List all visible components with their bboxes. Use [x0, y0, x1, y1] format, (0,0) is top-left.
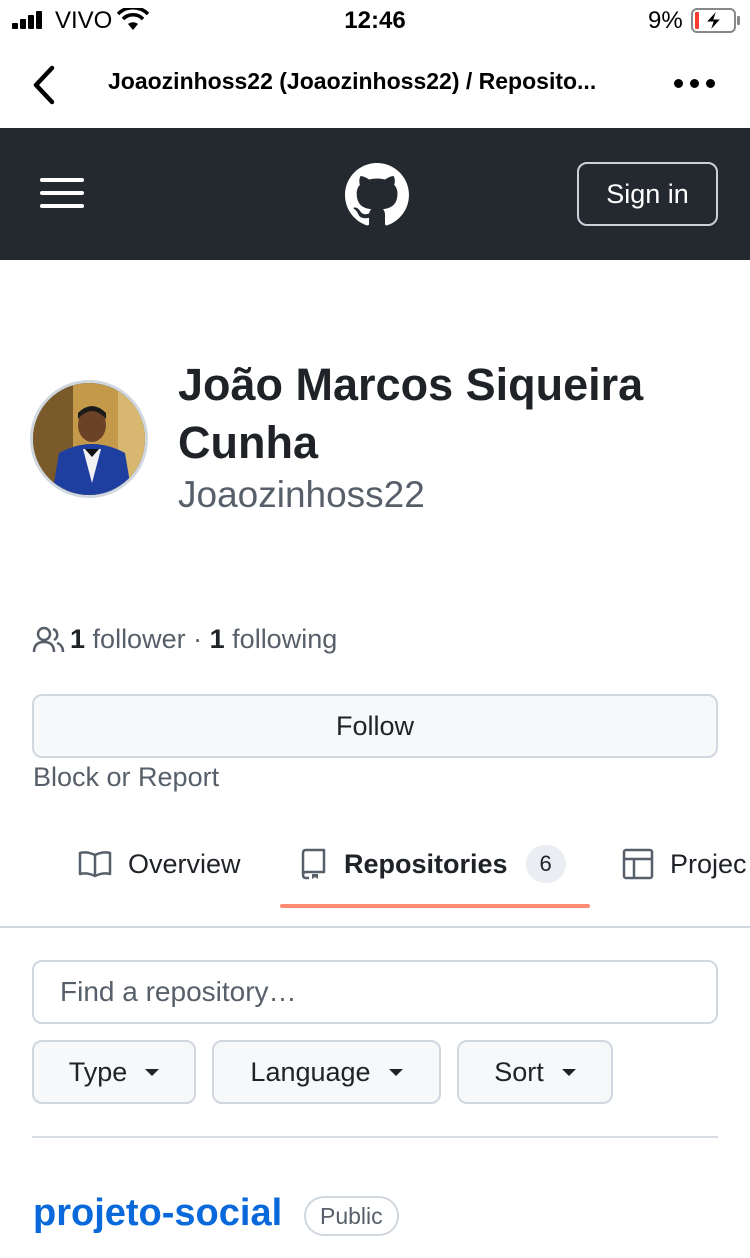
ellipsis-icon[interactable]	[670, 68, 720, 98]
repository-search-input[interactable]	[32, 960, 718, 1024]
caret-down-icon	[561, 1068, 576, 1076]
follow-button[interactable]: Follow	[32, 694, 718, 758]
tab-repositories-label: Repositories	[344, 848, 508, 879]
follow-stats: 1 follower · 1 following	[32, 624, 337, 655]
block-or-report-link[interactable]: Block or Report	[33, 762, 219, 793]
followers-label[interactable]: follower	[93, 624, 186, 655]
profile-username: Joaozinhoss22	[178, 474, 425, 515]
language-filter-button[interactable]: Language	[212, 1040, 441, 1104]
profile-tabs: Overview Repositories 6 Projec	[0, 820, 750, 928]
type-filter-button[interactable]: Type	[32, 1040, 196, 1104]
profile-full-name: João Marcos Siqueira Cunha	[178, 359, 644, 468]
book-icon	[78, 851, 112, 878]
battery-charging-icon	[691, 8, 740, 33]
type-filter-label: Type	[68, 1056, 128, 1087]
caret-down-icon	[388, 1068, 403, 1076]
follow-separator: ·	[193, 624, 203, 654]
followers-count[interactable]: 1	[70, 624, 85, 655]
active-tab-indicator	[280, 904, 590, 908]
hamburger-icon[interactable]	[40, 176, 84, 210]
tab-overview[interactable]: Overview	[78, 842, 241, 886]
tab-projects-label: Projec	[670, 848, 747, 879]
battery-percent: 9%	[648, 7, 683, 34]
chevron-left-icon[interactable]	[26, 62, 66, 108]
repositories-count-badge: 6	[525, 845, 566, 883]
following-count[interactable]: 1	[210, 624, 225, 655]
following-label[interactable]: following	[232, 624, 337, 655]
people-icon	[32, 626, 65, 652]
sign-in-button[interactable]: Sign in	[577, 162, 718, 226]
repository-link[interactable]: projeto-social	[33, 1192, 282, 1235]
avatar-photo-icon	[33, 383, 145, 495]
repo-icon	[301, 848, 326, 880]
divider	[32, 1136, 718, 1138]
sort-filter-button[interactable]: Sort	[457, 1040, 613, 1104]
tab-repositories[interactable]: Repositories 6	[298, 842, 566, 886]
clock: 12:46	[344, 7, 406, 34]
tab-overview-label: Overview	[128, 848, 241, 879]
github-header: Sign in	[0, 128, 750, 260]
sort-filter-label: Sort	[494, 1056, 544, 1087]
page-title: Joaozinhoss22 (Joaozinhoss22) / Reposito…	[108, 68, 597, 94]
language-filter-label: Language	[250, 1056, 371, 1087]
browser-nav-bar: Joaozinhoss22 (Joaozinhoss22) / Reposito…	[0, 42, 750, 128]
caret-down-icon	[145, 1068, 160, 1076]
tab-projects[interactable]: Projec	[622, 842, 747, 886]
status-bar: VIVO 12:46 9%	[0, 0, 750, 42]
github-logo-icon[interactable]	[345, 163, 409, 227]
avatar	[30, 380, 148, 498]
table-icon	[622, 848, 654, 880]
visibility-badge: Public	[304, 1196, 399, 1236]
